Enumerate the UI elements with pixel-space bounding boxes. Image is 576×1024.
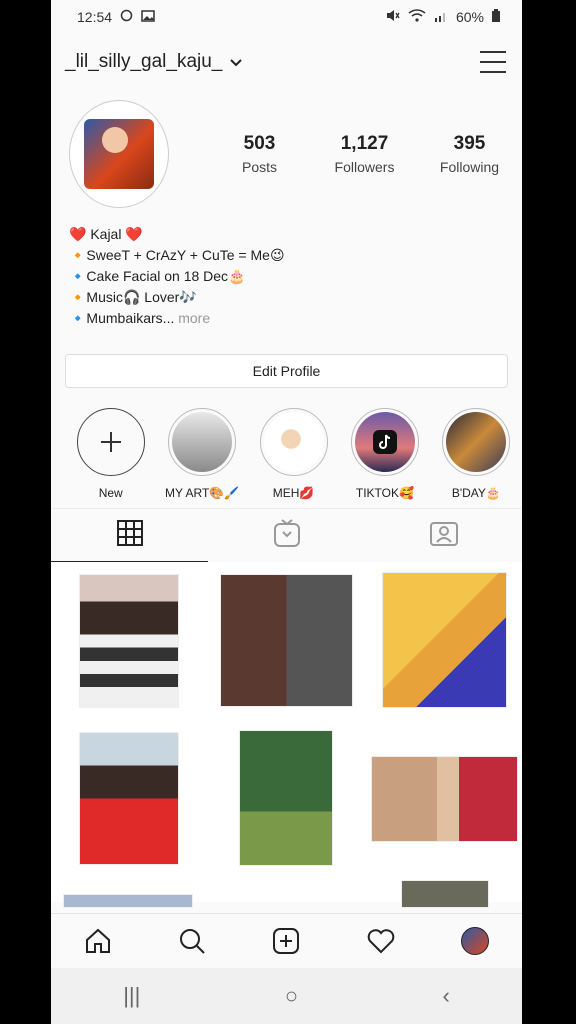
- battery-percent: 60%: [455, 9, 484, 25]
- stat-followers[interactable]: 1,127 Followers: [312, 133, 417, 175]
- sync-icon: [120, 9, 133, 25]
- mute-icon: [386, 9, 400, 25]
- highlight-tiktok[interactable]: TIKTOK🥰: [339, 408, 430, 508]
- username: _lil_silly_gal_kaju_: [65, 51, 223, 72]
- bio-more-link[interactable]: more: [174, 310, 210, 326]
- home-button[interactable]: ○: [285, 983, 298, 1009]
- bio-line-last: 🔹Mumbaikars... more: [69, 308, 522, 329]
- highlight-label: MY ART🎨🖌️: [165, 486, 240, 500]
- highlight-new[interactable]: New: [65, 408, 156, 508]
- bio-line: 🔸SweeT + CrAzY + CuTe = Me😉: [69, 247, 285, 263]
- tagged-icon: [429, 520, 458, 551]
- highlight-cover: [263, 412, 324, 472]
- chevron-down-icon: [230, 55, 243, 70]
- post-thumbnail[interactable]: [79, 574, 179, 708]
- profile-header: _lil_silly_gal_kaju_: [51, 34, 522, 90]
- profile-summary: 503 Posts 1,127 Followers 395 Following: [51, 90, 522, 210]
- bottom-nav: [51, 913, 522, 968]
- stat-following[interactable]: 395 Following: [417, 133, 522, 175]
- tab-igtv[interactable]: [208, 509, 365, 562]
- bio-line: 🔹Cake Facial on 18 Dec🎂: [69, 268, 246, 284]
- battery-icon: [492, 9, 500, 25]
- system-nav-bar: ||| ○ ‹: [51, 968, 522, 1024]
- grid-icon: [116, 519, 143, 551]
- stat-posts[interactable]: 503 Posts: [207, 133, 312, 175]
- highlight-cover: [446, 412, 507, 472]
- back-button[interactable]: ‹: [442, 983, 449, 1009]
- stat-label: Followers: [334, 159, 395, 175]
- search-icon[interactable]: [172, 921, 212, 961]
- tab-grid[interactable]: [51, 509, 208, 562]
- tiktok-icon: [354, 412, 415, 472]
- post-thumbnail[interactable]: [79, 732, 179, 865]
- highlight-label: MEH💋: [272, 486, 315, 500]
- stat-label: Following: [439, 159, 500, 175]
- plus-icon: [76, 408, 145, 476]
- highlight-label: New: [98, 486, 123, 500]
- profile-tab-button[interactable]: [455, 921, 495, 961]
- account-switcher[interactable]: _lil_silly_gal_kaju_: [65, 51, 243, 73]
- highlight-my-art[interactable]: MY ART🎨🖌️: [156, 408, 247, 508]
- instagram-profile-screen: 12:54 60% _lil_silly_gal_kaju_ 503 Posts…: [51, 0, 522, 1024]
- post-thumbnail[interactable]: [63, 894, 193, 908]
- stat-label: Posts: [241, 159, 277, 175]
- igtv-icon: [273, 519, 300, 552]
- highlight-label: B'DAY🎂: [451, 486, 501, 500]
- status-time: 12:54: [77, 9, 113, 25]
- stat-count: 503: [243, 133, 276, 154]
- status-bar: 12:54 60%: [51, 0, 522, 34]
- bio-name: ❤️ Kajal ❤️: [69, 226, 143, 242]
- highlight-meh[interactable]: MEH💋: [248, 408, 339, 508]
- bio-line: 🔹Mumbaikars...: [69, 310, 175, 326]
- post-thumbnail[interactable]: [382, 572, 507, 708]
- signal-icon: [434, 9, 448, 25]
- highlight-cover: [172, 412, 233, 472]
- post-thumbnail[interactable]: [239, 730, 333, 866]
- profile-avatar-small: [460, 927, 489, 955]
- tab-tagged[interactable]: [365, 509, 522, 562]
- post-thumbnail[interactable]: [220, 574, 353, 707]
- heart-icon[interactable]: [361, 921, 401, 961]
- profile-avatar[interactable]: [69, 100, 169, 208]
- avatar-image: [84, 119, 154, 189]
- profile-stats: 503 Posts 1,127 Followers 395 Following: [207, 133, 522, 175]
- highlight-bday[interactable]: B'DAY🎂: [431, 408, 522, 508]
- profile-tabs: [51, 508, 522, 562]
- add-post-icon[interactable]: [266, 921, 306, 961]
- stat-count: 1,127: [340, 133, 389, 154]
- edit-profile-button[interactable]: Edit Profile: [65, 354, 508, 388]
- profile-bio: ❤️ Kajal ❤️ 🔸SweeT + CrAzY + CuTe = Me😉 …: [51, 210, 522, 329]
- stat-count: 395: [453, 133, 486, 154]
- recents-button[interactable]: |||: [123, 983, 140, 1009]
- story-highlights: New MY ART🎨🖌️ MEH💋 TIKTOK🥰 B'DAY🎂: [51, 388, 522, 508]
- posts-grid: [51, 562, 522, 908]
- wifi-icon: [408, 9, 426, 25]
- post-thumbnail[interactable]: [371, 756, 518, 842]
- post-thumbnail[interactable]: [401, 880, 489, 908]
- bio-line: 🔸Music🎧 Lover🎶: [69, 289, 197, 305]
- home-icon[interactable]: [78, 921, 118, 961]
- highlight-label: TIKTOK🥰: [355, 486, 414, 500]
- hamburger-menu-icon[interactable]: [480, 51, 506, 73]
- gallery-icon: [141, 9, 155, 25]
